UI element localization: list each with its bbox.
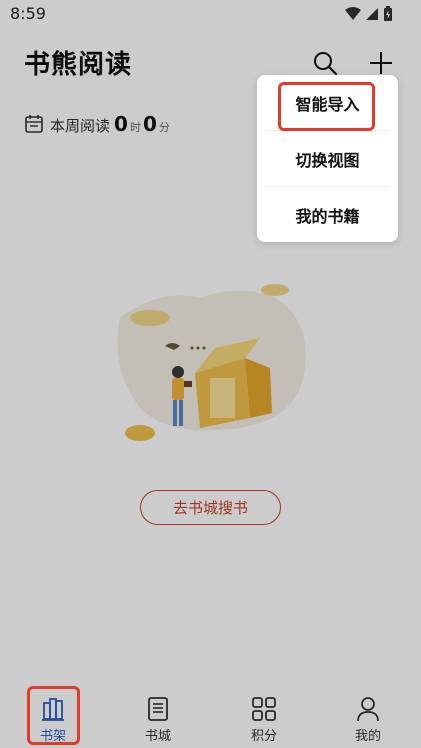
app-screen: 8:59 书熊阅读 本周阅读 0 时 0 分 去书城搜书 书架 书城 积分 我的… xyxy=(0,0,421,748)
menu-item-my-books[interactable]: 我的书籍 xyxy=(257,187,398,242)
smart-import-highlight xyxy=(278,82,375,131)
menu-item-switch-view[interactable]: 切换视图 xyxy=(257,131,398,186)
bookshelf-tab-highlight xyxy=(27,686,80,745)
